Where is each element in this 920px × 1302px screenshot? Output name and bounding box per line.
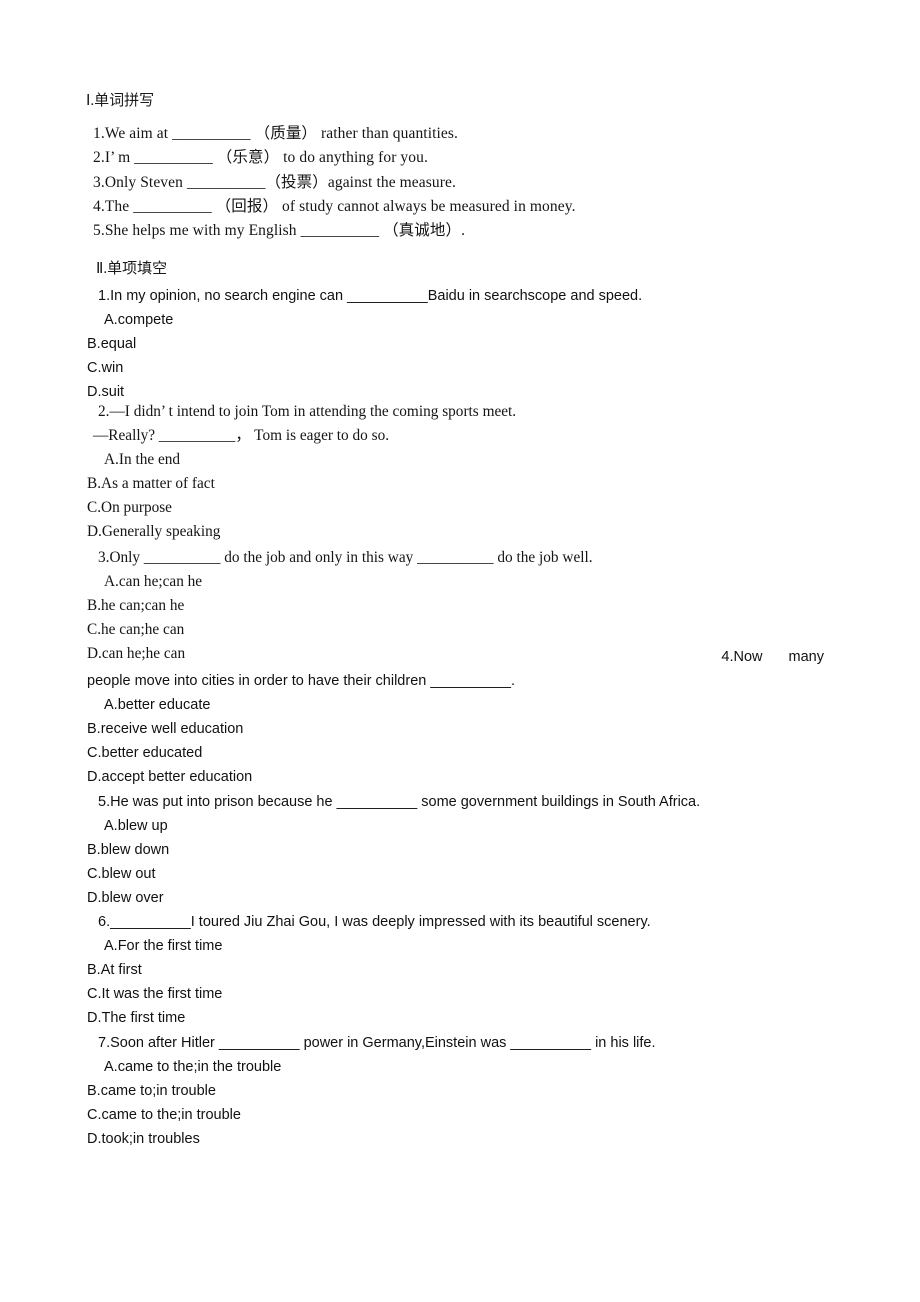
question-4: people move into cities in order to have… [0, 669, 920, 789]
spelling-item: 2.I’ m __________ （乐意） to do anything fo… [93, 149, 428, 167]
question-stem: 3.Only __________ do the job and only in… [98, 549, 593, 566]
word-spelling-list: 1.We aim at __________ （质量） rather than … [93, 122, 873, 243]
question-stem-line-2: —Really? __________， Tom is eager to do … [93, 427, 390, 444]
option-c: C.blew out [87, 866, 156, 882]
question-7: 7.Soon after Hitler __________ power in … [0, 1031, 920, 1151]
spelling-item: 4.The __________ （回报） of study cannot al… [93, 197, 576, 215]
option-b: B.receive well education [87, 721, 244, 737]
option-d: D.Generally speaking [87, 523, 221, 540]
option-d: D.blew over [87, 890, 164, 906]
question-5: 5.He was put into prison because he ____… [0, 790, 920, 910]
section-heading-word-spelling: Ⅰ.单词拼写 [86, 93, 155, 109]
question-4-stem-fragment: 4.Now many [0, 645, 920, 669]
option-c: C.came to the;in trouble [87, 1107, 241, 1123]
option-b: B.blew down [87, 842, 170, 858]
spelling-item: 3.Only Steven __________（投票）against the … [93, 173, 456, 191]
section-heading-multiple-choice: Ⅱ.单项填空 [96, 261, 168, 277]
option-c: C.On purpose [87, 499, 172, 516]
question-stem: 7.Soon after Hitler __________ power in … [98, 1035, 656, 1051]
option-b: B.equal [87, 336, 137, 352]
spelling-item: 1.We aim at __________ （质量） rather than … [93, 125, 459, 142]
question-4-fragment-number: 4.Now [721, 649, 763, 665]
option-a: A.For the first time [104, 938, 223, 954]
option-d: D.took;in troubles [87, 1131, 200, 1147]
option-b: B.At first [87, 962, 142, 978]
option-a: A.compete [104, 312, 174, 328]
question-stem-line-1: 2.—I didn’ t intend to join Tom in atten… [98, 403, 517, 420]
question-4-fragment-word: many [788, 649, 824, 665]
option-a: A.better educate [104, 697, 211, 713]
option-a: A.blew up [104, 818, 168, 834]
worksheet-page: Ⅰ.单词拼写 1.We aim at __________ （质量） rathe… [0, 0, 920, 1302]
question-1: 1.In my opinion, no search engine can __… [0, 284, 920, 404]
question-stem: 1.In my opinion, no search engine can __… [98, 288, 643, 304]
question-stem: 6.__________I toured Jiu Zhai Gou, I was… [98, 914, 651, 930]
question-stem: 5.He was put into prison because he ____… [98, 794, 701, 810]
question-2: 2.—I didn’ t intend to join Tom in atten… [0, 400, 920, 544]
option-d: D.The first time [87, 1010, 186, 1026]
option-d: D.accept better education [87, 769, 253, 785]
option-a: A.In the end [104, 451, 181, 468]
option-c: C.better educated [87, 745, 203, 761]
spelling-item: 5.She helps me with my English _________… [93, 222, 466, 240]
option-c: C.he can;he can [87, 621, 185, 638]
option-a: A.can he;can he [104, 573, 203, 590]
option-c: C.win [87, 360, 124, 376]
question-6: 6.__________I toured Jiu Zhai Gou, I was… [0, 910, 920, 1030]
option-c: C.It was the first time [87, 986, 223, 1002]
option-a: A.came to the;in the trouble [104, 1059, 282, 1075]
option-b: B.As a matter of fact [87, 475, 215, 492]
option-b: B.he can;can he [87, 597, 185, 614]
option-b: B.came to;in trouble [87, 1083, 216, 1099]
question-stem-continued: people move into cities in order to have… [87, 673, 516, 689]
